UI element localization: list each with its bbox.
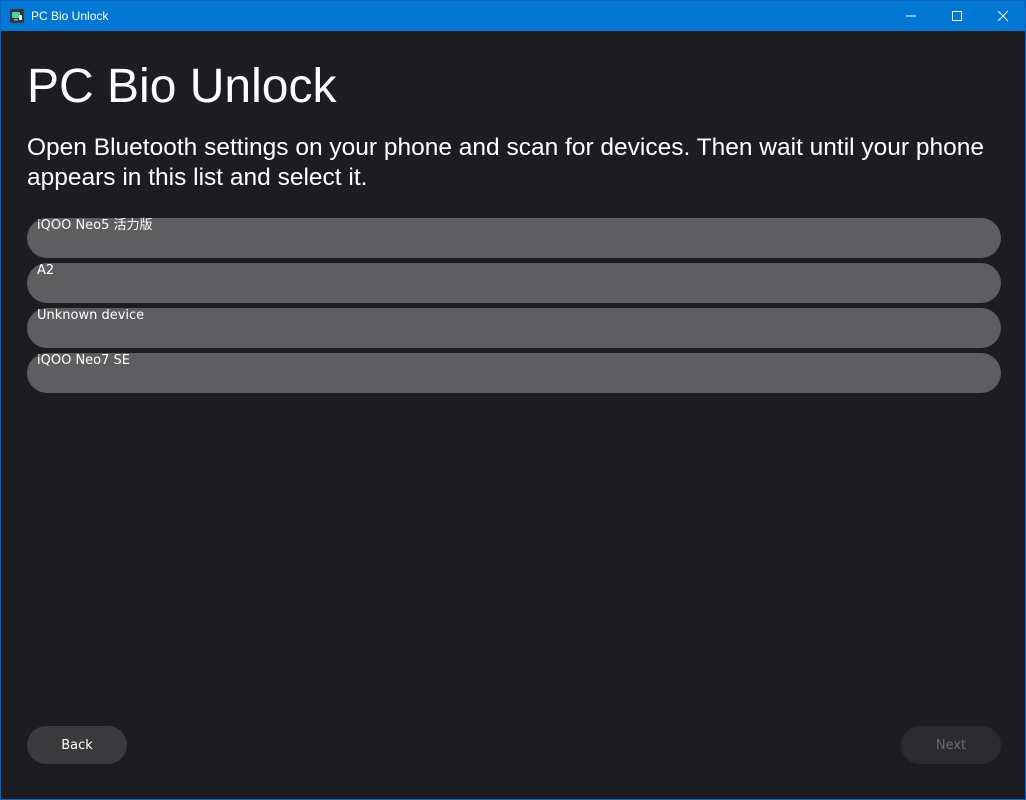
page-title: PC Bio Unlock xyxy=(27,60,337,113)
close-icon xyxy=(998,11,1008,21)
main-content: PC Bio Unlock Open Bluetooth settings on… xyxy=(1,32,1025,799)
app-logo-icon xyxy=(10,9,24,23)
device-label: A2 xyxy=(37,263,55,278)
close-button[interactable] xyxy=(980,1,1026,31)
next-button[interactable]: Next xyxy=(901,726,1001,764)
app-window: PC Bio Unlock PC Bio Unlock Open Bluetoo… xyxy=(0,0,1026,800)
device-item[interactable]: A2 xyxy=(27,263,1001,303)
back-button[interactable]: Back xyxy=(27,726,127,764)
minimize-button[interactable] xyxy=(888,1,934,31)
device-list: iQOO Neo5 活力版 A2 Unknown device iQOO Neo… xyxy=(27,218,1001,398)
device-item[interactable]: iQOO Neo7 SE xyxy=(27,353,1001,393)
device-label: iQOO Neo5 活力版 xyxy=(37,218,153,233)
device-item[interactable]: iQOO Neo5 活力版 xyxy=(27,218,1001,258)
window-title: PC Bio Unlock xyxy=(31,9,109,23)
device-item[interactable]: Unknown device xyxy=(27,308,1001,348)
maximize-button[interactable] xyxy=(934,1,980,31)
instructions-text: Open Bluetooth settings on your phone an… xyxy=(27,134,985,191)
minimize-icon xyxy=(906,15,916,17)
maximize-icon xyxy=(952,11,962,21)
device-label: iQOO Neo7 SE xyxy=(37,353,130,368)
device-label: Unknown device xyxy=(37,308,145,323)
title-bar[interactable]: PC Bio Unlock xyxy=(1,1,1025,31)
